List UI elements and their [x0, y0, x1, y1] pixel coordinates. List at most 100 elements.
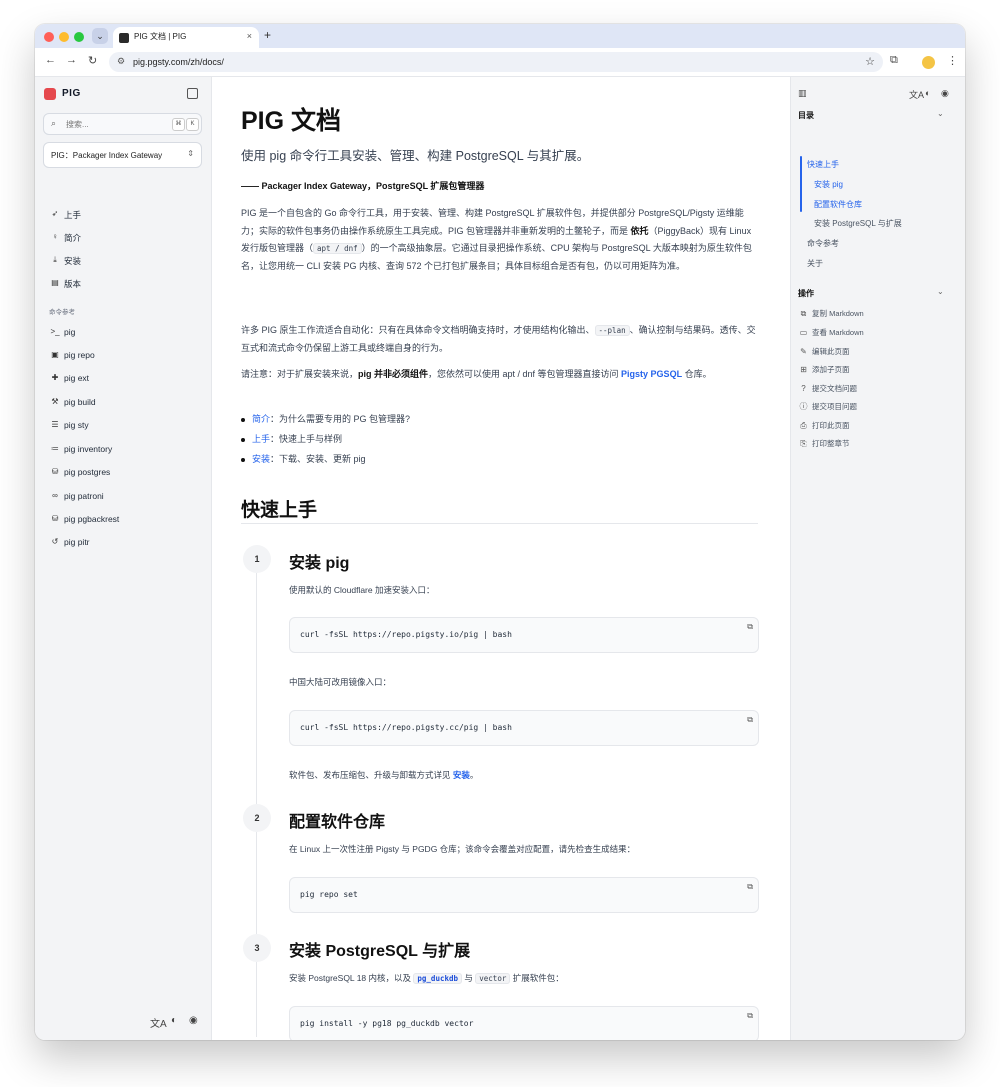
code-block[interactable]: pig repo set ⧉ — [289, 877, 759, 913]
text-span: 许多 PIG 原生工作流适合自动化：只有在具体命令文档明确支持时，才使用结构化输… — [241, 325, 595, 335]
toc-item[interactable]: 配置软件仓库 — [814, 199, 862, 210]
action-label: 查看 Markdown — [812, 328, 864, 337]
chevron-updown-icon: ⇕ — [187, 149, 194, 158]
language-icon[interactable]: 文A — [150, 1015, 167, 1030]
text-span: 与 — [462, 973, 476, 983]
theme-toggle-icon[interactable]: ◐ — [171, 1015, 177, 1026]
action-add-subpage[interactable]: ⊞ 添加子页面 — [798, 364, 849, 375]
browser-menu-icon[interactable]: ⋮ — [947, 54, 958, 67]
language-icon[interactable]: 文A — [909, 88, 924, 101]
tab-bar: ⌄ PIG 文档 | PIG × + — [35, 24, 965, 48]
sidebar-item-pig[interactable]: >_ pig — [43, 322, 201, 342]
sidebar-item-pig-build[interactable]: ⚒ pig build — [43, 392, 201, 412]
install-link[interactable]: 安装 — [252, 454, 270, 464]
sidebar-item-pig-repo[interactable]: ▣ pig repo — [43, 345, 201, 365]
puzzle-icon: ✚ — [51, 373, 59, 382]
inline-code: apt / dnf — [313, 243, 362, 254]
code-text[interactable]: curl -fsSL https://repo.pigsty.cc/pig | … — [300, 723, 512, 732]
new-tab-button[interactable]: + — [264, 28, 271, 42]
sidebar-item-label: 安装 — [64, 256, 82, 266]
tab-search-button[interactable]: ⌄ — [92, 28, 108, 44]
code-text[interactable]: pig repo set — [300, 890, 358, 899]
sidebar-item-intro[interactable]: ♀ 简介 — [43, 227, 201, 247]
toc-item[interactable]: 安装 PostgreSQL 与扩展 — [814, 218, 902, 229]
text-span: 。 — [469, 770, 479, 780]
automation-paragraph: 许多 PIG 原生工作流适合自动化：只有在具体命令文档明确支持时，才使用结构化输… — [241, 322, 761, 357]
url-text[interactable]: pig.pgsty.com/zh/docs/ — [133, 57, 224, 67]
profile-avatar[interactable] — [922, 56, 935, 69]
steps-connector — [256, 557, 257, 1037]
code-text[interactable]: pig install -y pg18 pg_duckdb vector — [300, 1019, 473, 1028]
step-text: 使用默认的 Cloudflare 加速安装入口： — [289, 585, 435, 595]
action-project-issue[interactable]: ⓘ 提交项目问题 — [798, 401, 858, 412]
tab-close-button[interactable]: × — [247, 31, 252, 41]
sidebar-item-quickstart[interactable]: ➶ 上手 — [43, 204, 201, 224]
maximize-window-button[interactable] — [74, 32, 84, 42]
minimize-window-button[interactable] — [59, 32, 69, 42]
code-text[interactable]: curl -fsSL https://repo.pigsty.io/pig | … — [300, 630, 512, 639]
list-item: 简介：为什么需要专用的 PG 包管理器? — [241, 412, 410, 425]
action-print-section[interactable]: ⎘ 打印整章节 — [798, 438, 849, 449]
action-view-markdown[interactable]: ▭ 查看 Markdown — [798, 327, 864, 338]
code-block[interactable]: curl -fsSL https://repo.pigsty.io/pig | … — [289, 617, 759, 653]
pencil-icon: ✎ — [800, 347, 807, 356]
sidebar-item-pig-sty[interactable]: ☰ pig sty — [43, 415, 201, 435]
action-edit-page[interactable]: ✎ 编辑此页面 — [798, 346, 849, 357]
project-select[interactable]: PIG：Packager Index Gateway ⇕ — [43, 142, 202, 168]
site-logo-text[interactable]: PIG — [62, 88, 81, 99]
sidebar-item-pig-pgbackrest[interactable]: ⛁ pig pgbackrest — [43, 509, 201, 529]
code-block[interactable]: curl -fsSL https://repo.pigsty.cc/pig | … — [289, 710, 759, 746]
chevron-down-icon[interactable]: ⌄ — [937, 287, 944, 296]
chevron-down-icon[interactable]: ⌄ — [937, 109, 944, 118]
print-section-icon: ⎘ — [800, 439, 807, 448]
sidebar-item-pig-ext[interactable]: ✚ pig ext — [43, 368, 201, 388]
sidebar-item-release[interactable]: ▤ 版本 — [43, 273, 201, 293]
copy-icon[interactable]: ⧉ — [747, 715, 753, 725]
sidebar-item-pig-postgres[interactable]: ⛁ pig postgres — [43, 462, 201, 482]
back-button[interactable]: ← — [45, 54, 56, 66]
bookmark-star-icon[interactable]: ☆ — [865, 55, 875, 68]
pig-logo-icon[interactable] — [44, 88, 56, 100]
toc-item[interactable]: 安装 pig — [814, 179, 843, 190]
database-icon: ⛁ — [51, 514, 59, 523]
sidebar-item-pig-patroni[interactable]: ∞ pig patroni — [43, 486, 201, 506]
action-doc-issue[interactable]: ? 提交文档问题 — [798, 383, 857, 394]
action-copy-markdown[interactable]: ⧉ 复制 Markdown — [798, 308, 864, 319]
main-content: PIG 文档 使用 pig 命令行工具安装、管理、构建 PostgreSQL 与… — [212, 77, 789, 1040]
pigsty-pgsql-link[interactable]: Pigsty PGSQL — [621, 369, 682, 379]
sidebar-item-label: pig pgbackrest — [64, 514, 120, 524]
sidebar-item-install[interactable]: ⤓ 安装 — [43, 250, 201, 270]
github-icon[interactable]: ◉ — [189, 1015, 198, 1026]
server-icon: ☰ — [51, 420, 59, 429]
extensions-icon[interactable]: ⧉ — [890, 54, 898, 67]
intro-link[interactable]: 简介 — [252, 414, 270, 424]
sidebar-item-pig-inventory[interactable]: ≔ pig inventory — [43, 439, 201, 459]
close-window-button[interactable] — [44, 32, 54, 42]
search-input[interactable]: ⌕ 搜索... ⌘ K — [43, 113, 202, 135]
theme-toggle-icon[interactable]: ◐ — [925, 88, 930, 98]
copy-icon[interactable]: ⧉ — [747, 882, 753, 892]
sidebar-item-label: pig inventory — [64, 444, 113, 454]
toc-item[interactable]: 快速上手 — [807, 159, 839, 170]
reload-button[interactable]: ↻ — [88, 54, 97, 67]
quickstart-link[interactable]: 上手 — [252, 434, 270, 444]
toc-item[interactable]: 命令参考 — [807, 238, 839, 249]
action-print-page[interactable]: ⎙ 打印此页面 — [798, 420, 849, 431]
github-icon[interactable]: ◉ — [941, 88, 949, 99]
action-label: 提交项目问题 — [812, 402, 857, 411]
browser-tab[interactable]: PIG 文档 | PIG × — [113, 27, 259, 48]
site-settings-icon[interactable]: ⚙ — [117, 56, 125, 67]
copy-icon: ⧉ — [800, 309, 807, 318]
toc-item[interactable]: 关于 — [807, 258, 823, 269]
copy-icon[interactable]: ⧉ — [747, 622, 753, 632]
forward-button[interactable]: → — [66, 54, 77, 66]
text-span: 仓库。 — [682, 369, 712, 379]
sidebar-toggle-icon[interactable] — [187, 88, 198, 99]
copy-icon[interactable]: ⧉ — [747, 1011, 753, 1021]
code-block[interactable]: pig install -y pg18 pg_duckdb vector ⧉ — [289, 1006, 759, 1040]
panel-toggle-icon[interactable]: ▥ — [798, 88, 807, 99]
install-link[interactable]: 安装 — [453, 770, 470, 780]
printer-icon: ⎙ — [800, 421, 807, 430]
sidebar-item-pig-pitr[interactable]: ↺ pig pitr — [43, 532, 201, 552]
address-bar[interactable]: ⚙ pig.pgsty.com/zh/docs/ ☆ — [109, 52, 883, 72]
